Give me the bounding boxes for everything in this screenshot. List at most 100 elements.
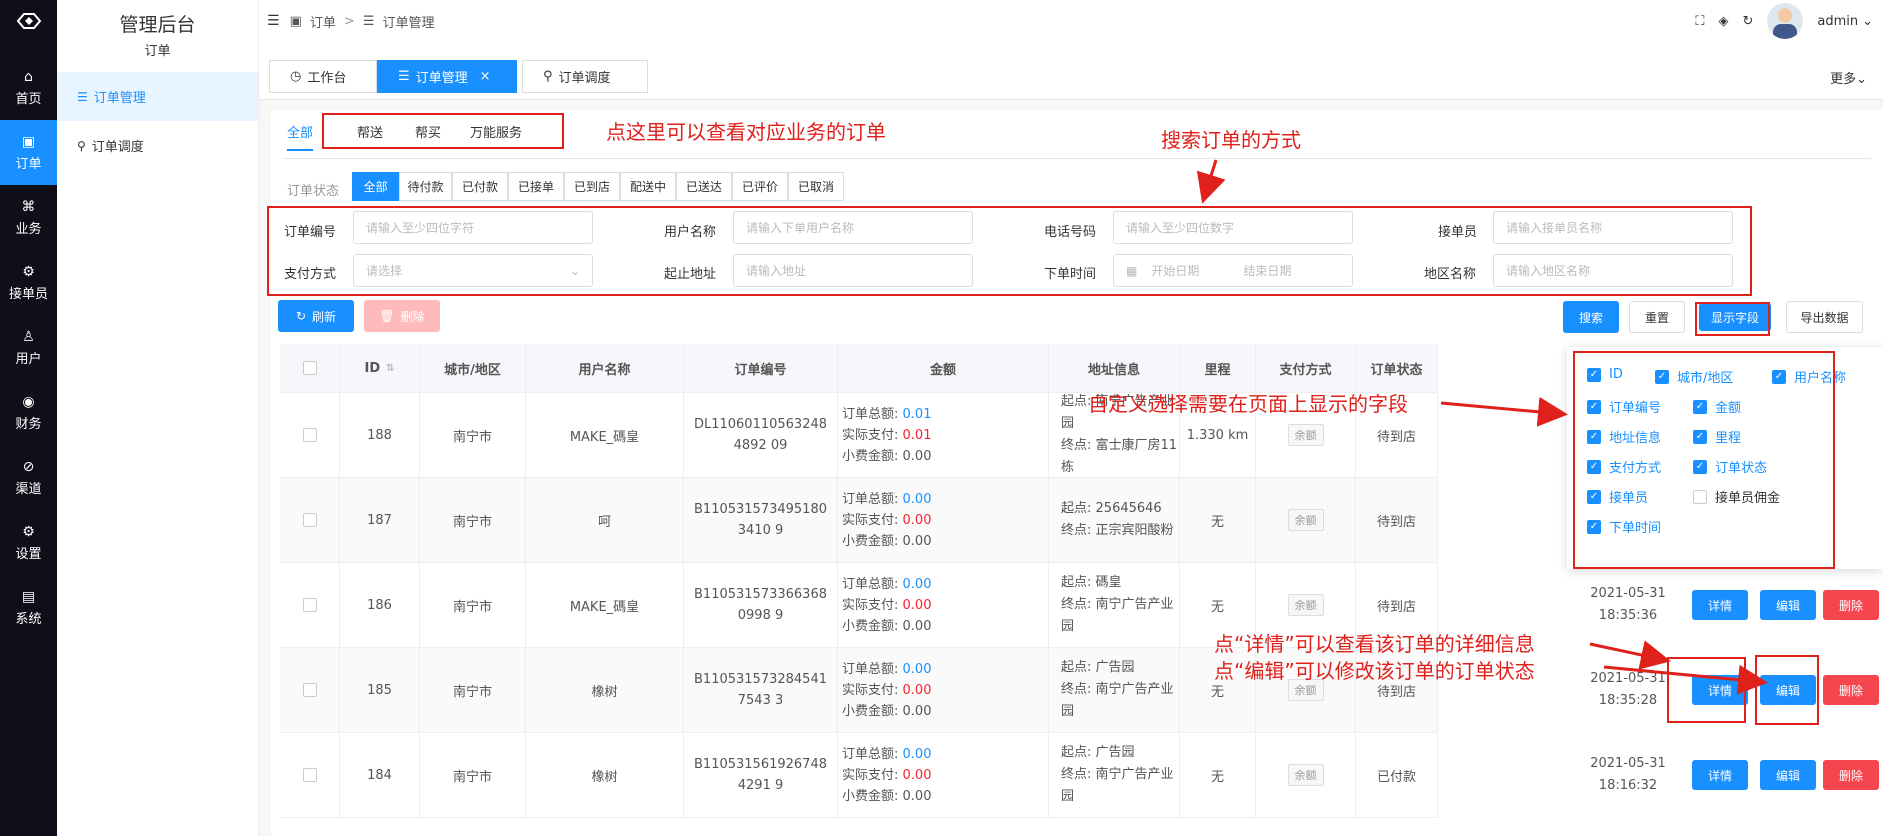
- avatar[interactable]: [1767, 3, 1804, 39]
- cell-address: 起点: 碼皇 终点: 南宁广告产业园: [1049, 572, 1179, 638]
- order-time: 18:35:36: [1598, 608, 1658, 623]
- reset-button[interactable]: 重置: [1629, 301, 1685, 333]
- detail-button[interactable]: 详情: [1692, 590, 1748, 620]
- cell-user: MAKE_碼皇: [569, 599, 640, 615]
- cell-amount: 订单总额: 0.01 实际支付: 0.01 小费金额: 0.00: [838, 404, 1048, 467]
- amount-label: 订单总额:: [842, 746, 899, 762]
- status-filter-button[interactable]: 已评价: [732, 172, 788, 201]
- fullscreen-icon[interactable]: ⛶: [1695, 14, 1704, 29]
- theme-icon[interactable]: ◈: [1718, 14, 1728, 29]
- logo[interactable]: [0, 0, 57, 42]
- status-filter-button[interactable]: 已到店: [564, 172, 620, 201]
- channel-icon: ⊘: [22, 458, 35, 475]
- cell-order-no: DL110601105632484892 09: [693, 417, 828, 453]
- table-header-cell: [280, 344, 340, 392]
- location-icon: ⚲: [77, 138, 86, 153]
- sidebar-item-business[interactable]: ⌘ 业务: [0, 185, 57, 250]
- tab-label: 订单管理: [415, 71, 468, 86]
- sidebar-item-home[interactable]: ⌂ 首页: [0, 55, 57, 120]
- search-button[interactable]: 搜索: [1563, 301, 1619, 333]
- table-cell: MAKE_碼皇: [526, 393, 684, 477]
- tip-amount: 0.00: [902, 618, 932, 634]
- header-label: 地址信息: [1087, 362, 1140, 378]
- sidebar-item-settings[interactable]: ⚙ 设置: [0, 510, 57, 575]
- tab-workbench[interactable]: ◷ 工作台: [269, 60, 377, 93]
- table-cell: 订单总额: 0.00 实际支付: 0.00 小费金额: 0.00: [838, 563, 1049, 647]
- biz-tab-all[interactable]: 全部: [287, 122, 314, 151]
- close-icon[interactable]: ×: [480, 69, 491, 84]
- table-cell: [280, 393, 340, 477]
- total-amount: 0.00: [902, 491, 932, 507]
- header-label: 订单编号: [734, 362, 787, 378]
- header: ☰ ▣ 订单 > ☰ 订单管理: [259, 0, 1883, 42]
- detail-button[interactable]: 详情: [1692, 760, 1748, 790]
- status-filter-button[interactable]: 已送达: [676, 172, 732, 201]
- submenu-item-order-manage[interactable]: ☰ 订单管理: [57, 72, 258, 121]
- row-checkbox[interactable]: [302, 768, 317, 782]
- select-all-checkbox[interactable]: [302, 361, 317, 375]
- addr-label: 起点:: [1061, 745, 1092, 760]
- total-amount: 0.00: [902, 576, 932, 592]
- sidebar-item-channel[interactable]: ⊘ 渠道: [0, 445, 57, 510]
- status-filter-button[interactable]: 待付款: [399, 172, 452, 201]
- row-checkbox[interactable]: [302, 683, 317, 697]
- tabs-bar: ◷ 工作台 ☰ 订单管理 × ⚲ 订单调度 更多⌄: [259, 56, 1883, 100]
- cell-id: 185: [367, 682, 392, 698]
- table-row[interactable]: 184 南宁市 橡树 B1105315619267484291 9 订单总额: 0.00…: [280, 733, 1438, 818]
- table-cell: 订单总额: 0.01 实际支付: 0.01 小费金额: 0.00: [838, 393, 1049, 477]
- sidebar-item-finance[interactable]: ◉ 财务: [0, 380, 57, 445]
- tab-order-dispatch[interactable]: ⚲ 订单调度: [522, 60, 648, 93]
- more-tabs[interactable]: 更多⌄: [1830, 68, 1867, 87]
- cell-city: 南宁市: [452, 514, 492, 530]
- collapse-menu-icon[interactable]: ☰: [267, 13, 280, 29]
- breadcrumb-item[interactable]: 订单: [310, 12, 336, 31]
- edit-button[interactable]: 编辑: [1760, 760, 1816, 790]
- chevron-down-icon[interactable]: ⌄: [1862, 14, 1873, 29]
- header-label: 用户名称: [578, 362, 631, 378]
- table-cell: 订单总额: 0.00 实际支付: 0.00 小费金额: 0.00: [838, 478, 1049, 562]
- cell-mileage: 1.330 km: [1186, 427, 1249, 443]
- export-button[interactable]: 导出数据: [1786, 301, 1863, 333]
- breadcrumb-separator: >: [343, 13, 355, 29]
- table-cell: 184: [340, 733, 420, 817]
- status-filter-button[interactable]: 已付款: [452, 172, 508, 201]
- submenu: 管理后台 订单 ☰ 订单管理 ⚲ 订单调度: [57, 0, 259, 836]
- table-cell: [280, 563, 340, 647]
- rider-icon: ⚙: [22, 263, 35, 280]
- row-delete-button[interactable]: 删除: [1823, 675, 1879, 705]
- cell-order-time: 2021-05-31 18:35:36: [1588, 583, 1668, 627]
- finance-icon: ◉: [22, 393, 35, 410]
- refresh-button[interactable]: ↻ 刷新: [278, 300, 354, 332]
- header-label: 里程: [1204, 362, 1231, 378]
- refresh-icon[interactable]: ↻: [1742, 14, 1753, 29]
- sidebar-item-order[interactable]: ▣ 订单: [0, 120, 57, 185]
- sort-icon[interactable]: ⇅: [386, 363, 394, 374]
- row-checkbox[interactable]: [302, 428, 317, 442]
- table-cell: 订单总额: 0.00 实际支付: 0.00 小费金额: 0.00: [838, 648, 1049, 732]
- status-filter-button[interactable]: 已接单: [508, 172, 564, 201]
- tip-amount: 0.00: [902, 703, 932, 719]
- home-icon: ⌂: [24, 68, 33, 85]
- delete-button[interactable]: 🗑 删除: [364, 300, 440, 332]
- status-filter-button[interactable]: 配送中: [620, 172, 676, 201]
- submenu-item-label: 订单管理: [93, 91, 146, 106]
- addr-to: 正宗宾阳酸粉: [1095, 523, 1174, 538]
- amount-label: 实际支付:: [842, 427, 899, 443]
- status-filter-button[interactable]: 全部: [352, 172, 399, 201]
- sidebar-item-user[interactable]: ♙ 用户: [0, 315, 57, 380]
- table-header-cell[interactable]: ID ⇅: [340, 344, 420, 392]
- user-name[interactable]: admin: [1817, 14, 1858, 29]
- row-checkbox[interactable]: [302, 513, 317, 527]
- amount-label: 小费金额:: [842, 703, 899, 719]
- edit-button[interactable]: 编辑: [1760, 590, 1816, 620]
- row-delete-button[interactable]: 删除: [1823, 760, 1879, 790]
- row-checkbox[interactable]: [302, 598, 317, 612]
- row-delete-button[interactable]: 删除: [1823, 590, 1879, 620]
- status-filter-button[interactable]: 已取消: [788, 172, 844, 201]
- tab-order-manage[interactable]: ☰ 订单管理 ×: [377, 60, 517, 93]
- sidebar-item-rider[interactable]: ⚙ 接单员: [0, 250, 57, 315]
- sidebar-item-system[interactable]: ▤ 系统: [0, 575, 57, 640]
- table-row[interactable]: 187 南宁市 呵 B1105315734951803410 9 订单总额: 0.00 实…: [280, 478, 1438, 563]
- addr-from: 碼皇: [1095, 575, 1122, 590]
- submenu-item-order-dispatch[interactable]: ⚲ 订单调度: [57, 121, 258, 170]
